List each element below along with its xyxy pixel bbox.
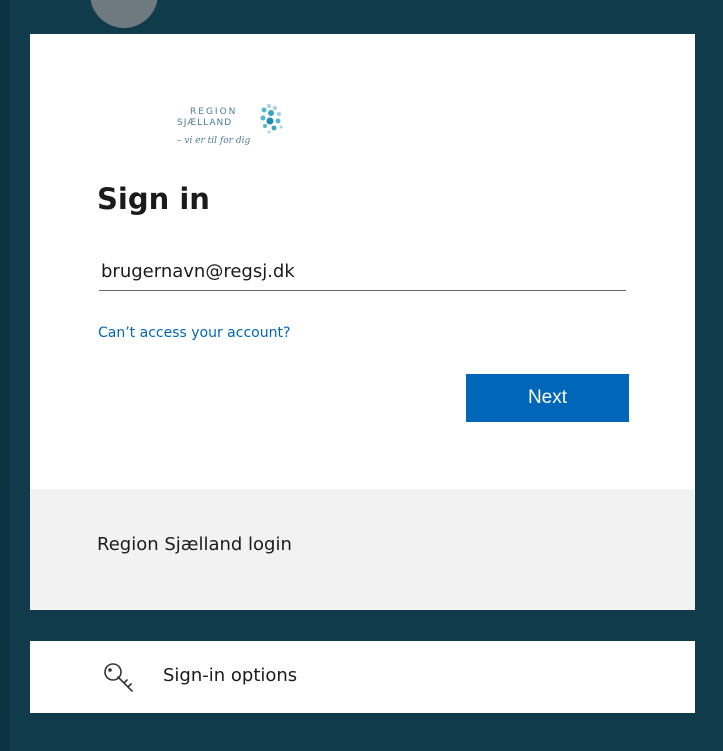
logo-tagline: – vi er til for dig: [177, 136, 251, 146]
footer-text: Region Sjælland login: [97, 534, 292, 555]
next-button[interactable]: Next: [466, 374, 629, 422]
logo-dots-icon: [260, 104, 283, 134]
signin-options-button[interactable]: Sign-in options: [30, 641, 695, 713]
signin-options-label: Sign-in options: [163, 665, 298, 686]
region-sjaelland-logo: REGION SJÆLLAND – vi er til for dig: [140, 82, 290, 152]
logo-line2: SJÆLLAND: [177, 118, 233, 128]
decorative-circle: [90, 0, 158, 28]
key-icon: [104, 663, 133, 692]
page-title: Sign in: [97, 182, 210, 216]
logo-line1: REGION: [190, 107, 238, 117]
page: Region Sjælland login REGION SJÆLLAND – …: [0, 0, 723, 751]
email-field[interactable]: [99, 253, 626, 291]
cant-access-account-link[interactable]: Can’t access your account?: [98, 325, 290, 341]
left-edge: [0, 0, 10, 751]
footer-band: Region Sjælland login: [30, 489, 695, 610]
